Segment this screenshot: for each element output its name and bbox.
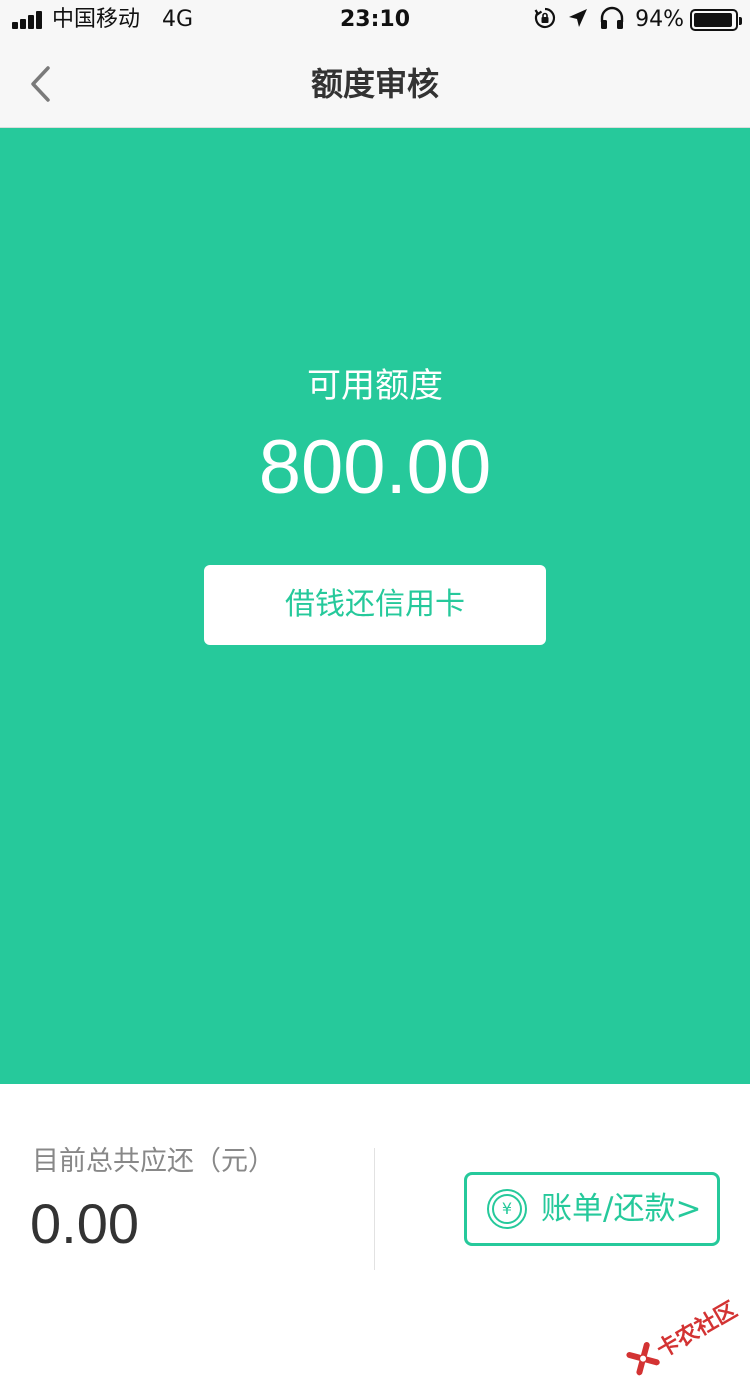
- yen-symbol: ¥: [492, 1194, 522, 1224]
- bill-repayment-label: 账单/还款>: [541, 1191, 702, 1227]
- nav-bar: 额度审核: [0, 40, 750, 128]
- total-due-label: 目前总共应还（元）: [32, 1146, 275, 1177]
- battery-icon: [690, 9, 742, 31]
- page-title: 额度审核: [310, 65, 439, 103]
- orientation-lock-icon: [533, 6, 557, 34]
- yen-circle-icon: ¥: [487, 1189, 527, 1229]
- battery-fill: [694, 13, 732, 27]
- repayment-summary: 目前总共应还（元） 0.00 ¥ 账单/还款> 卡农社区: [0, 1084, 750, 1376]
- borrow-repay-credit-card-button[interactable]: 借钱还信用卡: [204, 565, 546, 645]
- status-bar: 中国移动 4G 23:10 94%: [0, 0, 750, 40]
- bill-repayment-button[interactable]: ¥ 账单/还款>: [464, 1172, 720, 1246]
- available-credit-amount: 800.00: [258, 425, 492, 510]
- watermark: 卡农社区: [624, 1292, 742, 1379]
- total-due-amount: 0.00: [30, 1192, 139, 1255]
- watermark-text: 卡农社区: [652, 1297, 742, 1364]
- available-credit-label: 可用额度: [307, 366, 443, 406]
- location-arrow-icon: [567, 7, 589, 33]
- headphones-icon: [599, 6, 625, 34]
- divider: [374, 1148, 375, 1270]
- credit-panel: 可用额度 800.00 借钱还信用卡: [0, 128, 750, 1084]
- battery-percent: 94%: [635, 7, 684, 32]
- status-right: 94%: [523, 6, 742, 34]
